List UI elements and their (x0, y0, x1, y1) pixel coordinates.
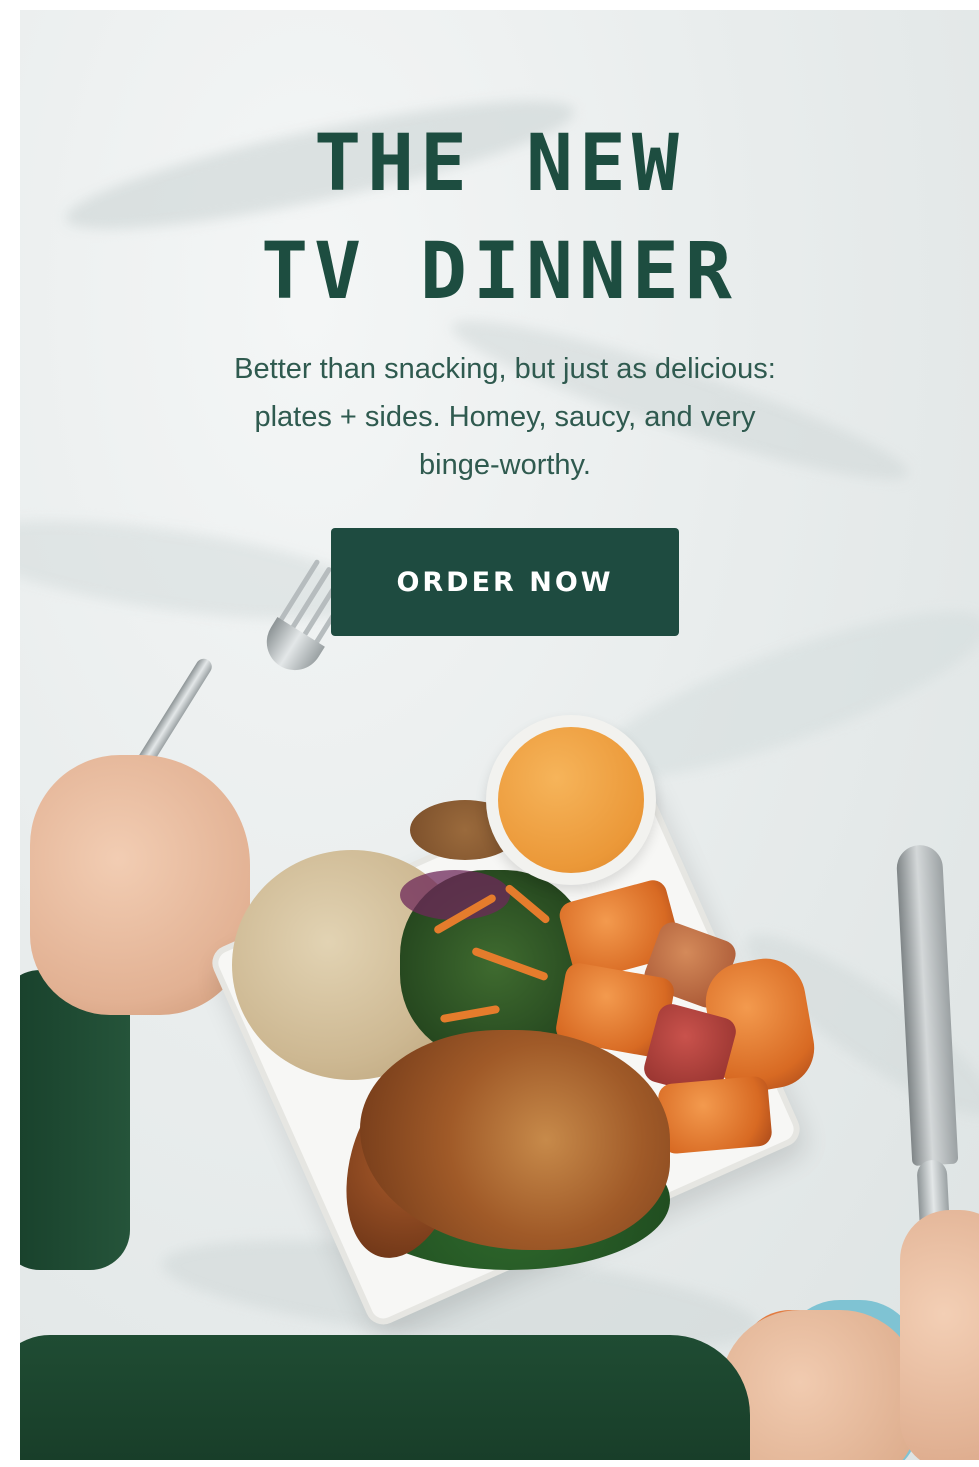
left-sleeve (20, 970, 130, 1270)
headline-line-1: THE NEW (314, 119, 685, 209)
bottom-sleeve (20, 1335, 750, 1460)
headline-line-2: TV DINNER (261, 227, 738, 317)
subtext-line-1: Better than snacking, but just as delici… (234, 353, 776, 385)
sweet-potato (657, 1075, 773, 1155)
right-hand (900, 1210, 979, 1460)
order-now-button[interactable]: ORDER NOW (331, 528, 679, 636)
sauce (498, 727, 644, 873)
hero-subtext: Better than snacking, but just as delici… (140, 345, 870, 489)
hero-headline: THE NEW TV DINNER (20, 110, 979, 326)
subtext-line-2: plates + sides. Homey, saucy, and very (254, 401, 756, 433)
email-frame: THE NEW TV DINNER Better than snacking, … (0, 0, 979, 1467)
right-arm (720, 1310, 920, 1460)
hero-banner: THE NEW TV DINNER Better than snacking, … (20, 10, 979, 1460)
knife-icon (895, 844, 959, 1166)
subtext-line-3: binge-worthy. (419, 449, 591, 481)
